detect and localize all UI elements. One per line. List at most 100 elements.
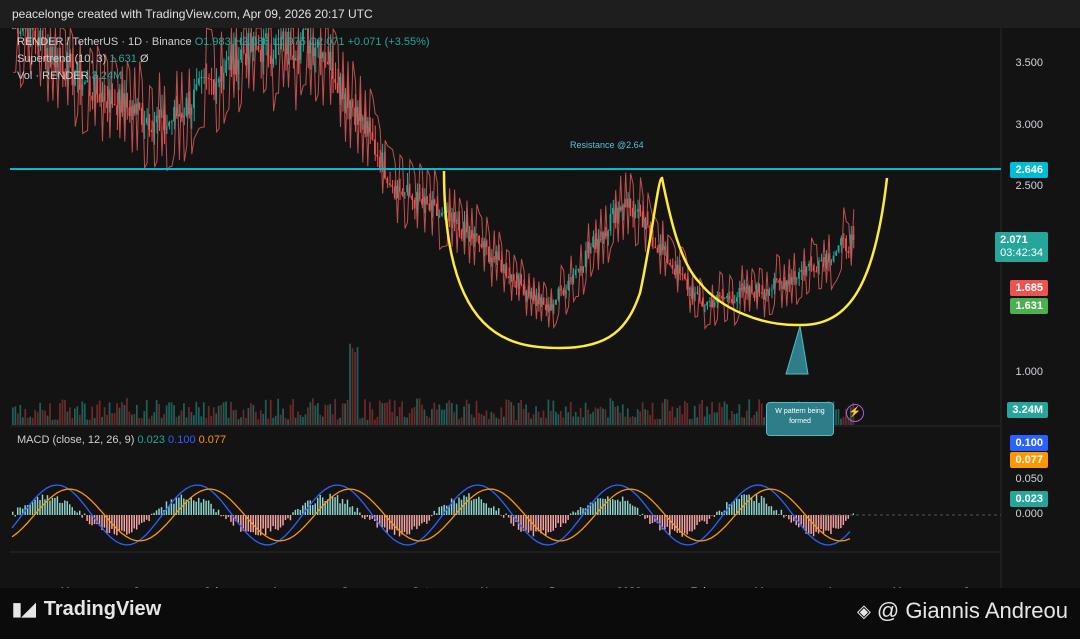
volume-bar bbox=[609, 398, 612, 425]
macd-histogram-bar bbox=[319, 494, 321, 515]
candle-body bbox=[567, 280, 570, 290]
candle-body bbox=[406, 185, 408, 193]
volume-bar bbox=[83, 403, 86, 425]
candle-body bbox=[376, 154, 379, 157]
volume-bar bbox=[636, 409, 639, 425]
candle-body bbox=[726, 296, 728, 298]
legend-symbol[interactable]: RENDER / TetherUS · 1D · Binance bbox=[17, 36, 192, 48]
macd-histogram-bar bbox=[557, 515, 559, 524]
macd-y-tick: 0.050 bbox=[1015, 473, 1043, 485]
legend-macd[interactable]: MACD (close, 12, 26, 9) bbox=[17, 434, 134, 446]
candle-body bbox=[98, 93, 101, 102]
volume-bar bbox=[111, 413, 113, 425]
volume-bar bbox=[666, 399, 669, 425]
volume-bar bbox=[69, 407, 71, 425]
macd-histogram-bar bbox=[262, 515, 264, 529]
volume-bar bbox=[175, 417, 178, 425]
volume-bar bbox=[512, 405, 515, 425]
macd-histogram-bar bbox=[195, 501, 197, 515]
volume-bar bbox=[577, 416, 580, 425]
macd-histogram-bar bbox=[155, 510, 158, 515]
candle-body bbox=[478, 235, 480, 244]
macd-histogram-bar bbox=[331, 496, 334, 515]
volume-bar bbox=[103, 407, 106, 425]
macd-histogram-bar bbox=[264, 515, 267, 536]
volume-bar bbox=[661, 402, 664, 425]
macd-histogram-bar bbox=[178, 497, 180, 515]
volume-bar bbox=[433, 402, 436, 425]
macd-histogram-bar bbox=[416, 515, 418, 530]
author-name: @ Giannis Andreou bbox=[876, 598, 1068, 623]
volume-bar bbox=[698, 403, 701, 425]
volume-bar bbox=[227, 417, 230, 425]
macd-histogram-bar bbox=[721, 511, 723, 515]
macd-histogram-bar bbox=[773, 510, 775, 515]
volume-bar bbox=[237, 419, 240, 425]
legend-volume[interactable]: Vol · RENDER bbox=[17, 70, 89, 82]
volume-bar bbox=[453, 412, 456, 425]
macd-layer bbox=[11, 484, 855, 546]
macd-histogram-bar bbox=[649, 515, 651, 524]
volume-bar bbox=[180, 410, 183, 425]
candle-body bbox=[240, 49, 242, 60]
candle-body bbox=[554, 299, 557, 305]
candle-body bbox=[83, 82, 86, 85]
chart-svg bbox=[10, 28, 1002, 588]
macd-histogram-bar bbox=[435, 513, 438, 515]
macd-histogram-bar bbox=[359, 512, 361, 515]
volume-bar bbox=[718, 402, 721, 425]
volume-bar bbox=[292, 399, 294, 425]
resistance-annotation[interactable]: Resistance @2.64 bbox=[570, 140, 644, 150]
volume-bar bbox=[485, 410, 488, 425]
macd-histogram-bar bbox=[180, 494, 183, 515]
macd-histogram-bar bbox=[594, 501, 597, 515]
macd-histogram-bar bbox=[495, 510, 497, 515]
macd-histogram-bar bbox=[108, 515, 111, 533]
macd-histogram-bar bbox=[49, 500, 51, 515]
volume-bar bbox=[659, 418, 661, 425]
tradingview-logo[interactable]: ▮◢ TradingView bbox=[12, 598, 161, 621]
pattern-curve[interactable] bbox=[442, 170, 889, 350]
macd-histogram-bar bbox=[341, 499, 344, 515]
y-tick: 3.000 bbox=[1015, 119, 1043, 131]
volume-bar bbox=[408, 413, 411, 425]
volume-bar bbox=[463, 406, 465, 425]
volume-bar bbox=[220, 404, 223, 425]
macd-histogram-bar bbox=[758, 502, 760, 515]
volume-bar bbox=[148, 418, 151, 425]
volume-bar bbox=[14, 406, 17, 425]
volume-bar bbox=[540, 417, 542, 425]
legend-supertrend[interactable]: Supertrend (10, 3) bbox=[17, 53, 106, 65]
volume-bar bbox=[480, 414, 483, 425]
volume-tag: 3.24M bbox=[1007, 402, 1048, 418]
candle-body bbox=[671, 264, 674, 269]
volume-bar bbox=[683, 400, 686, 425]
macd-histogram-bar bbox=[269, 515, 272, 532]
w-pattern-callout[interactable]: W pattern being formed bbox=[766, 402, 834, 436]
macd-histogram-bar bbox=[775, 510, 778, 515]
chart-area[interactable]: RENDER / TetherUS · 1D · Binance O1.983 … bbox=[0, 28, 1080, 598]
volume-bar bbox=[12, 407, 14, 425]
macd-histogram-bar bbox=[51, 497, 54, 515]
lightning-icon[interactable]: ⚡ bbox=[846, 404, 864, 422]
macd-histogram-bar bbox=[691, 515, 693, 532]
macd-histogram-bar bbox=[421, 515, 423, 524]
candle-body bbox=[735, 297, 738, 302]
volume-bar bbox=[458, 419, 461, 425]
candle-body bbox=[731, 298, 733, 304]
volume-bar bbox=[381, 402, 384, 425]
volume-bar bbox=[393, 400, 396, 425]
candle-body bbox=[388, 183, 391, 185]
candle-body bbox=[19, 31, 22, 34]
volume-bar bbox=[197, 407, 200, 425]
macd-histogram-bar bbox=[140, 515, 143, 523]
macd-histogram-bar bbox=[364, 515, 366, 520]
macd-histogram-bar bbox=[592, 503, 594, 515]
volume-bar bbox=[443, 409, 446, 425]
volume-bar bbox=[168, 402, 170, 425]
w-pattern-pointer bbox=[785, 325, 809, 375]
volume-bar bbox=[502, 416, 505, 425]
volume-bar bbox=[527, 412, 530, 425]
macd-histogram-bar bbox=[145, 515, 148, 520]
candle-body bbox=[116, 105, 118, 116]
